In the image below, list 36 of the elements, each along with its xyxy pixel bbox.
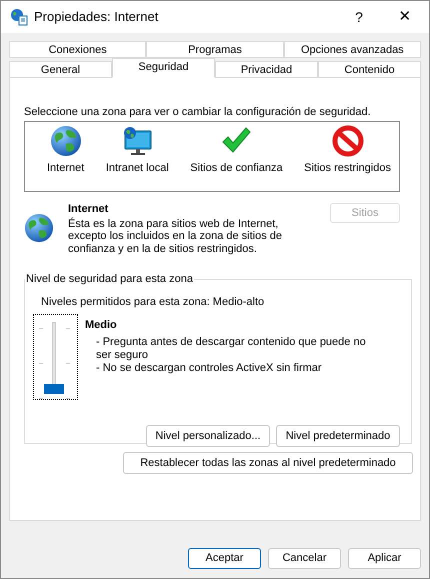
- prohibited-icon: [332, 125, 364, 157]
- slider-thumb[interactable]: [44, 384, 64, 394]
- level-detail: - Pregunta antes de descargar contenido que puede no ser seguro: [96, 336, 366, 362]
- dialog-button[interactable]: Aceptar: [188, 548, 261, 569]
- zone-label[interactable]: Intranet local: [106, 160, 169, 176]
- level-name: Medio: [85, 318, 118, 333]
- globe-document-icon: [10, 8, 28, 26]
- group-label: Nivel de seguridad para esta zona: [25, 272, 194, 287]
- globe-icon: [50, 125, 82, 157]
- help-button[interactable]: ?: [336, 1, 382, 33]
- tab[interactable]: General: [9, 61, 112, 78]
- window-title: Propiedades: Internet: [34, 8, 160, 26]
- reset-zones-button[interactable]: Restablecer todas las zonas al nivel predeterminado: [123, 452, 413, 474]
- zone-label[interactable]: Sitios de confianza: [190, 160, 283, 176]
- zone-description: Ésta es la zona para sitios web de Internet, excepto los incluidos en la zona de sitios de confianza y en la de sitios restringidos.: [68, 218, 284, 255]
- close-button[interactable]: ✕: [382, 1, 428, 33]
- zone-label[interactable]: Sitios restringidos: [304, 160, 391, 176]
- allowed-levels-text: Niveles permitidos para esta zona: Medio-alto: [41, 294, 266, 310]
- slider-track[interactable]: [44, 322, 64, 394]
- tab[interactable]: Privacidad: [215, 61, 318, 78]
- instruction-text: Seleccione una zona para ver o cambiar la configuración de seguridad.: [24, 105, 372, 119]
- tab[interactable]: Programas: [146, 41, 284, 58]
- tab[interactable]: Contenido: [318, 61, 421, 78]
- zone-title: Internet: [68, 203, 110, 216]
- tab[interactable]: Opciones avanzadas: [284, 41, 421, 58]
- default-level-button[interactable]: Nivel predeterminado: [276, 425, 400, 447]
- monitor-globe-icon: [121, 125, 154, 157]
- dialog-button[interactable]: Aplicar: [348, 548, 421, 569]
- zone-label[interactable]: Internet: [47, 160, 84, 176]
- slider-focus-box[interactable]: [33, 314, 78, 400]
- tab[interactable]: Conexiones: [9, 41, 146, 58]
- level-detail: - No se descargan controles ActiveX sin firmar: [96, 362, 323, 374]
- tab[interactable]: Seguridad: [112, 58, 215, 78]
- dialog-button[interactable]: Cancelar: [268, 548, 341, 569]
- globe-icon: [24, 213, 54, 243]
- custom-level-button[interactable]: Nivel personalizado...: [146, 425, 270, 447]
